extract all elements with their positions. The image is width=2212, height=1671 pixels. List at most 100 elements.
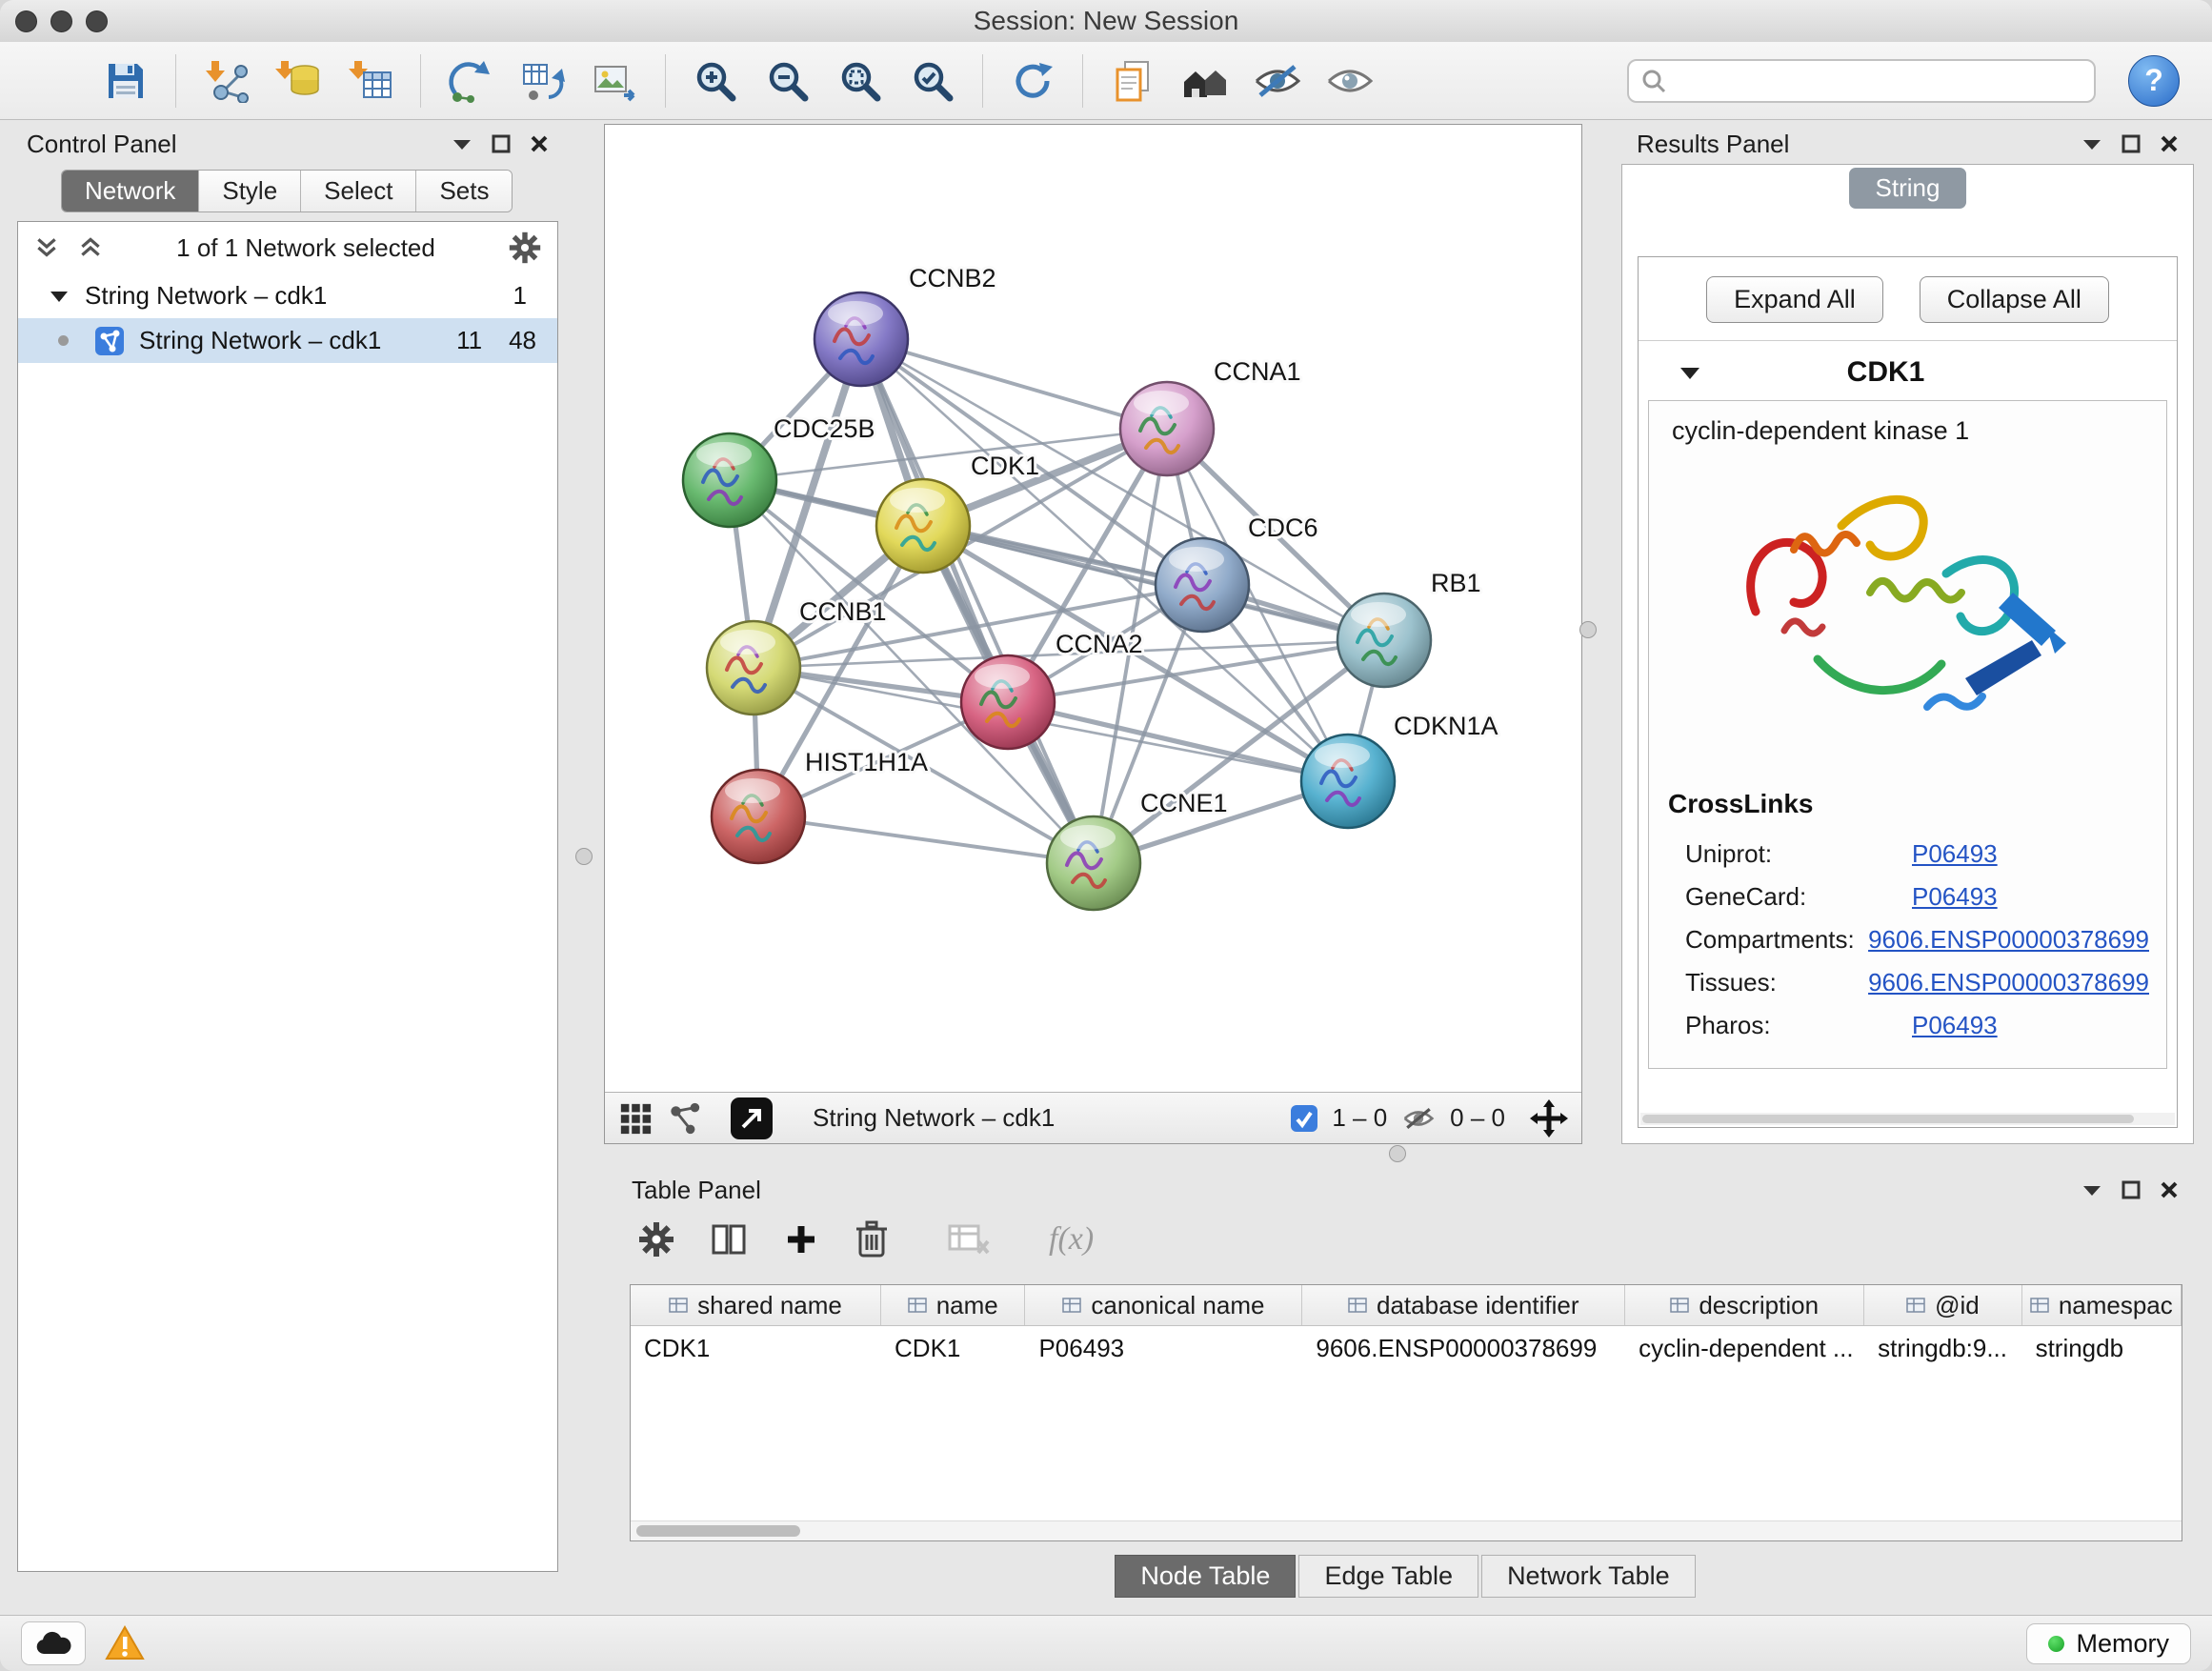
memory-button[interactable]: Memory	[2026, 1623, 2191, 1664]
column-header-description[interactable]: description	[1625, 1285, 1864, 1325]
crosslink-link[interactable]: P06493	[1912, 839, 1998, 869]
tree-caret-icon[interactable]	[50, 290, 68, 303]
table-cell[interactable]: P06493	[1025, 1326, 1302, 1370]
network-node-CDKN1A[interactable]	[1301, 735, 1395, 828]
table-row[interactable]: CDK1CDK1P064939606.ENSP00000378699cyclin…	[631, 1326, 2182, 1370]
table-horizontal-scrollbar[interactable]	[631, 1520, 2182, 1540]
delete-column-icon[interactable]	[855, 1219, 889, 1259]
network-from-table-button[interactable]	[513, 50, 573, 112]
grid-view-icon[interactable]	[618, 1101, 653, 1136]
hidden-elements-icon[interactable]	[1400, 1104, 1437, 1133]
import-table-button[interactable]	[340, 50, 401, 112]
column-header-database-identifier[interactable]: database identifier	[1302, 1285, 1625, 1325]
splitter-handle[interactable]	[1579, 621, 1597, 638]
collapse-all-button[interactable]: Collapse All	[1920, 276, 2109, 323]
crosslink-link[interactable]: P06493	[1912, 882, 1998, 912]
selected-nodes-checkbox-icon[interactable]	[1290, 1104, 1318, 1133]
panel-close-icon[interactable]	[2160, 1180, 2179, 1199]
import-network-file-button[interactable]	[195, 50, 256, 112]
hide-edges-button[interactable]	[1247, 50, 1308, 112]
panel-close-icon[interactable]	[2160, 134, 2179, 153]
genemania-homes-button[interactable]	[1175, 50, 1236, 112]
network-node-CCNE1[interactable]	[1047, 816, 1140, 910]
table-cell[interactable]: CDK1	[881, 1326, 1025, 1370]
tab-select[interactable]: Select	[300, 171, 415, 211]
splitter-handle[interactable]	[575, 848, 593, 865]
table-cell[interactable]: cyclin-dependent ...	[1625, 1326, 1864, 1370]
tab-string[interactable]: String	[1849, 168, 1967, 209]
open-session-button[interactable]	[23, 50, 84, 112]
new-network-button[interactable]	[440, 50, 501, 112]
network-node-CCNB1[interactable]	[707, 621, 800, 715]
tab-style[interactable]: Style	[198, 171, 300, 211]
network-edge[interactable]	[861, 339, 1094, 863]
save-session-button[interactable]	[95, 50, 156, 112]
network-collection-row[interactable]: String Network – cdk1 1	[18, 273, 557, 318]
tab-network[interactable]: Network	[62, 171, 198, 211]
network-edge[interactable]	[758, 816, 1094, 863]
table-cell[interactable]: CDK1	[631, 1326, 881, 1370]
column-header-shared-name[interactable]: shared name	[631, 1285, 881, 1325]
splitter-handle[interactable]	[1389, 1145, 1406, 1162]
panel-menu-icon[interactable]	[2081, 137, 2102, 151]
toolbar-search-input[interactable]	[1677, 65, 2082, 96]
tab-network-table[interactable]: Network Table	[1481, 1555, 1696, 1598]
column-header-namespac[interactable]: namespac	[2022, 1285, 2182, 1325]
table-cell[interactable]: 9606.ENSP00000378699	[1302, 1326, 1625, 1370]
expand-all-button[interactable]: Expand All	[1706, 276, 1883, 323]
crosslink-link[interactable]: 9606.ENSP00000378699	[1868, 968, 2149, 997]
column-header-canonical-name[interactable]: canonical name	[1025, 1285, 1302, 1325]
crosslink-row: Compartments: 9606.ENSP00000378699	[1666, 918, 2149, 961]
panel-float-icon[interactable]	[2122, 1180, 2141, 1199]
table-gear-icon[interactable]	[637, 1220, 675, 1258]
gene-section-caret-icon[interactable]	[1680, 366, 1699, 380]
tab-edge-table[interactable]: Edge Table	[1298, 1555, 1478, 1598]
network-node-CDC6[interactable]	[1156, 538, 1249, 632]
help-button[interactable]: ?	[2128, 55, 2180, 107]
network-canvas[interactable]: CCNB2CCNA1CDC25BCDK1CDC6RB1CCNB1CCNA2CDK…	[605, 125, 1581, 1092]
network-row-selected[interactable]: String Network – cdk1 11 48	[18, 318, 557, 363]
toolbar-search[interactable]	[1627, 59, 2096, 103]
network-node-RB1[interactable]	[1337, 594, 1431, 687]
network-node-CCNA1[interactable]	[1120, 382, 1214, 475]
zoom-out-button[interactable]	[757, 50, 818, 112]
show-columns-icon[interactable]	[710, 1220, 748, 1258]
refresh-layout-button[interactable]	[1002, 50, 1063, 112]
pan-crosshair-icon[interactable]	[1530, 1099, 1568, 1137]
cloud-status-button[interactable]	[21, 1621, 86, 1665]
column-header-name[interactable]: name	[881, 1285, 1025, 1325]
tab-sets[interactable]: Sets	[415, 171, 512, 211]
gear-icon[interactable]	[508, 231, 542, 265]
network-node-HIST1H1A[interactable]	[712, 770, 805, 863]
network-node-CDC25B[interactable]	[683, 433, 776, 527]
window-titlebar[interactable]: Session: New Session	[0, 0, 2212, 43]
panel-menu-icon[interactable]	[2081, 1183, 2102, 1197]
zoom-selected-button[interactable]	[902, 50, 963, 112]
tab-node-table[interactable]: Node Table	[1115, 1555, 1296, 1598]
panel-float-icon[interactable]	[2122, 134, 2141, 153]
network-node-CDK1[interactable]	[876, 479, 970, 573]
detach-view-button[interactable]	[731, 1097, 773, 1139]
table-cell[interactable]: stringdb	[2022, 1326, 2182, 1370]
panel-float-icon[interactable]	[492, 134, 511, 153]
zoom-fit-button[interactable]	[830, 50, 891, 112]
show-graphics-button[interactable]	[1319, 50, 1380, 112]
network-overview-icon[interactable]	[668, 1101, 702, 1136]
table-cell[interactable]: stringdb:9...	[1864, 1326, 2021, 1370]
crosslink-link[interactable]: P06493	[1912, 1011, 1998, 1040]
network-node-CCNB2[interactable]	[814, 292, 908, 386]
import-network-database-button[interactable]	[268, 50, 329, 112]
results-horizontal-scrollbar[interactable]	[1640, 1113, 2175, 1125]
network-node-CCNA2[interactable]	[961, 655, 1055, 749]
column-header--id[interactable]: @id	[1864, 1285, 2021, 1325]
warning-icon[interactable]	[105, 1625, 145, 1661]
zoom-in-button[interactable]	[685, 50, 746, 112]
copy-annotations-button[interactable]	[1102, 50, 1163, 112]
export-image-button[interactable]	[585, 50, 646, 112]
add-column-icon[interactable]	[782, 1220, 820, 1258]
panel-close-icon[interactable]	[530, 134, 549, 153]
collapse-all-icon[interactable]	[77, 234, 104, 261]
panel-menu-icon[interactable]	[452, 137, 473, 151]
crosslink-link[interactable]: 9606.ENSP00000378699	[1868, 925, 2149, 955]
expand-all-icon[interactable]	[33, 234, 60, 261]
